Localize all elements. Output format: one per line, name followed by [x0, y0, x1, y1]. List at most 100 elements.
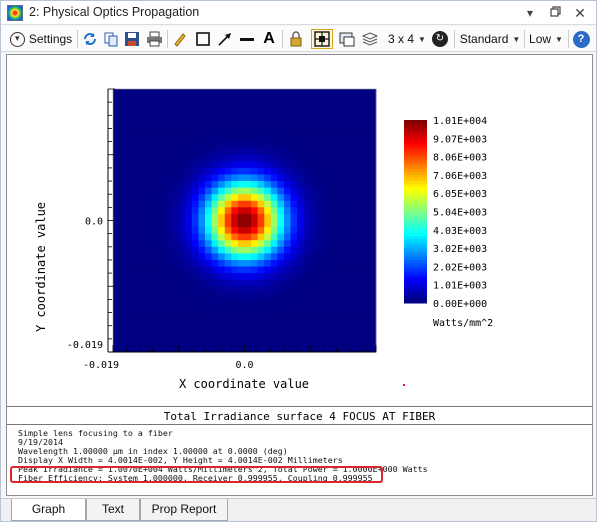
colorbar-segment	[404, 217, 427, 222]
heatmap-cell	[119, 128, 127, 136]
heatmap-cell	[257, 174, 265, 182]
heatmap-cell	[191, 220, 199, 228]
line-icon[interactable]	[238, 29, 256, 49]
heatmap-cell	[343, 154, 351, 162]
heatmap-cell	[336, 319, 344, 327]
heatmap-cell	[191, 161, 199, 169]
heatmap-cell	[218, 279, 226, 287]
heatmap-cell	[251, 220, 259, 228]
heatmap-cell	[218, 305, 226, 313]
heatmap-cell	[283, 227, 291, 235]
heatmap-cell	[139, 305, 147, 313]
heatmap-cell	[218, 161, 226, 169]
heatmap-cell	[343, 115, 351, 123]
cursor-mode-icon[interactable]: ↻	[431, 29, 449, 49]
heatmap-cell	[145, 266, 153, 274]
colorbar-label: 1.01E+004	[433, 116, 487, 127]
x-axis-label: X coordinate value	[179, 377, 309, 391]
heatmap-cell	[257, 148, 265, 156]
close-icon[interactable]: ✕	[571, 4, 589, 22]
heatmap-cell	[316, 135, 324, 143]
refresh-icon[interactable]	[81, 29, 99, 49]
quality-dropdown[interactable]: Low ▼	[527, 29, 565, 49]
heatmap-cell	[218, 194, 226, 202]
heatmap-cell	[224, 227, 232, 235]
heatmap-cell	[264, 200, 272, 208]
heatmap-cell	[152, 305, 160, 313]
heatmap-cell	[119, 174, 127, 182]
text-icon[interactable]: A	[260, 29, 278, 49]
restore-icon[interactable]	[546, 4, 564, 22]
heatmap-cell	[297, 319, 305, 327]
heatmap-cell	[198, 207, 206, 215]
heatmap-cell	[145, 148, 153, 156]
heatmap-cell	[277, 141, 285, 149]
pencil-icon[interactable]	[171, 29, 189, 49]
tab-text[interactable]: Text	[86, 499, 140, 521]
heatmap-cell	[290, 266, 298, 274]
heatmap-cell	[224, 305, 232, 313]
heatmap-cell	[277, 305, 285, 313]
heatmap-cell	[237, 128, 245, 136]
heatmap-cell	[159, 167, 167, 175]
heatmap-cell	[178, 161, 186, 169]
layers-icon[interactable]	[361, 29, 379, 49]
tab-graph[interactable]: Graph	[11, 499, 86, 521]
help-icon[interactable]: ?	[571, 29, 591, 49]
print-icon[interactable]	[145, 29, 163, 49]
heatmap-cell	[113, 200, 120, 208]
heatmap-cell	[126, 338, 134, 346]
heatmap-cell	[218, 207, 226, 215]
grid-layout-icon[interactable]	[311, 29, 333, 49]
heatmap-cell	[277, 299, 285, 307]
heatmap-cell	[270, 128, 278, 136]
heatmap-cell	[113, 207, 120, 215]
heatmap-cell	[323, 325, 331, 333]
copy-icon[interactable]	[102, 29, 120, 49]
heatmap-cell	[310, 167, 318, 175]
heatmap-cell	[165, 207, 173, 215]
heatmap-cell	[343, 319, 351, 327]
heatmap-cell	[159, 108, 167, 116]
heatmap-cell	[185, 286, 193, 294]
heatmap-cell	[165, 148, 173, 156]
colorbar-segment	[404, 193, 427, 197]
heatmap-cell	[198, 325, 206, 333]
heatmap-cell	[119, 121, 127, 129]
heatmap-cell	[224, 299, 232, 307]
heatmap-cell	[113, 273, 120, 281]
heatmap-cell	[336, 141, 344, 149]
heatmap-cell	[310, 89, 318, 96]
heatmap-cell	[356, 89, 364, 96]
heatmap-cell	[277, 200, 285, 208]
rectangle-icon[interactable]	[194, 29, 212, 49]
heatmap-cell	[126, 273, 134, 281]
dropdown-icon[interactable]: ▾	[521, 4, 539, 22]
arrow-icon[interactable]	[216, 29, 234, 49]
heatmap-cell	[191, 187, 199, 195]
colorbar-label: 8.06E+003	[433, 153, 487, 164]
heatmap-cell	[290, 141, 298, 149]
window-layout-icon[interactable]	[338, 29, 356, 49]
heatmap-cell	[119, 325, 127, 333]
colorbar-segment	[404, 181, 427, 185]
heatmap-cell	[218, 167, 226, 175]
chevron-down-icon: ▼	[512, 34, 521, 44]
heatmap-cell	[119, 246, 127, 254]
layout-dropdown[interactable]: 3 x 4 ▼	[387, 29, 427, 49]
tab-prop-report[interactable]: Prop Report	[140, 499, 228, 521]
style-dropdown[interactable]: Standard ▼	[459, 29, 521, 49]
heatmap-cell	[198, 332, 206, 340]
heatmap-cell	[316, 181, 324, 189]
heatmap-cell	[356, 167, 364, 175]
heatmap-cell	[316, 154, 324, 162]
settings-button[interactable]: ▾ Settings	[7, 29, 75, 49]
heatmap-cell	[178, 174, 186, 182]
save-icon[interactable]	[123, 29, 141, 49]
lock-icon[interactable]	[287, 29, 305, 49]
heatmap-cell	[349, 115, 357, 123]
colorbar-segment	[404, 263, 427, 267]
heatmap-cell	[237, 200, 245, 208]
heatmap-cell	[290, 305, 298, 313]
heatmap-cell	[152, 181, 160, 189]
